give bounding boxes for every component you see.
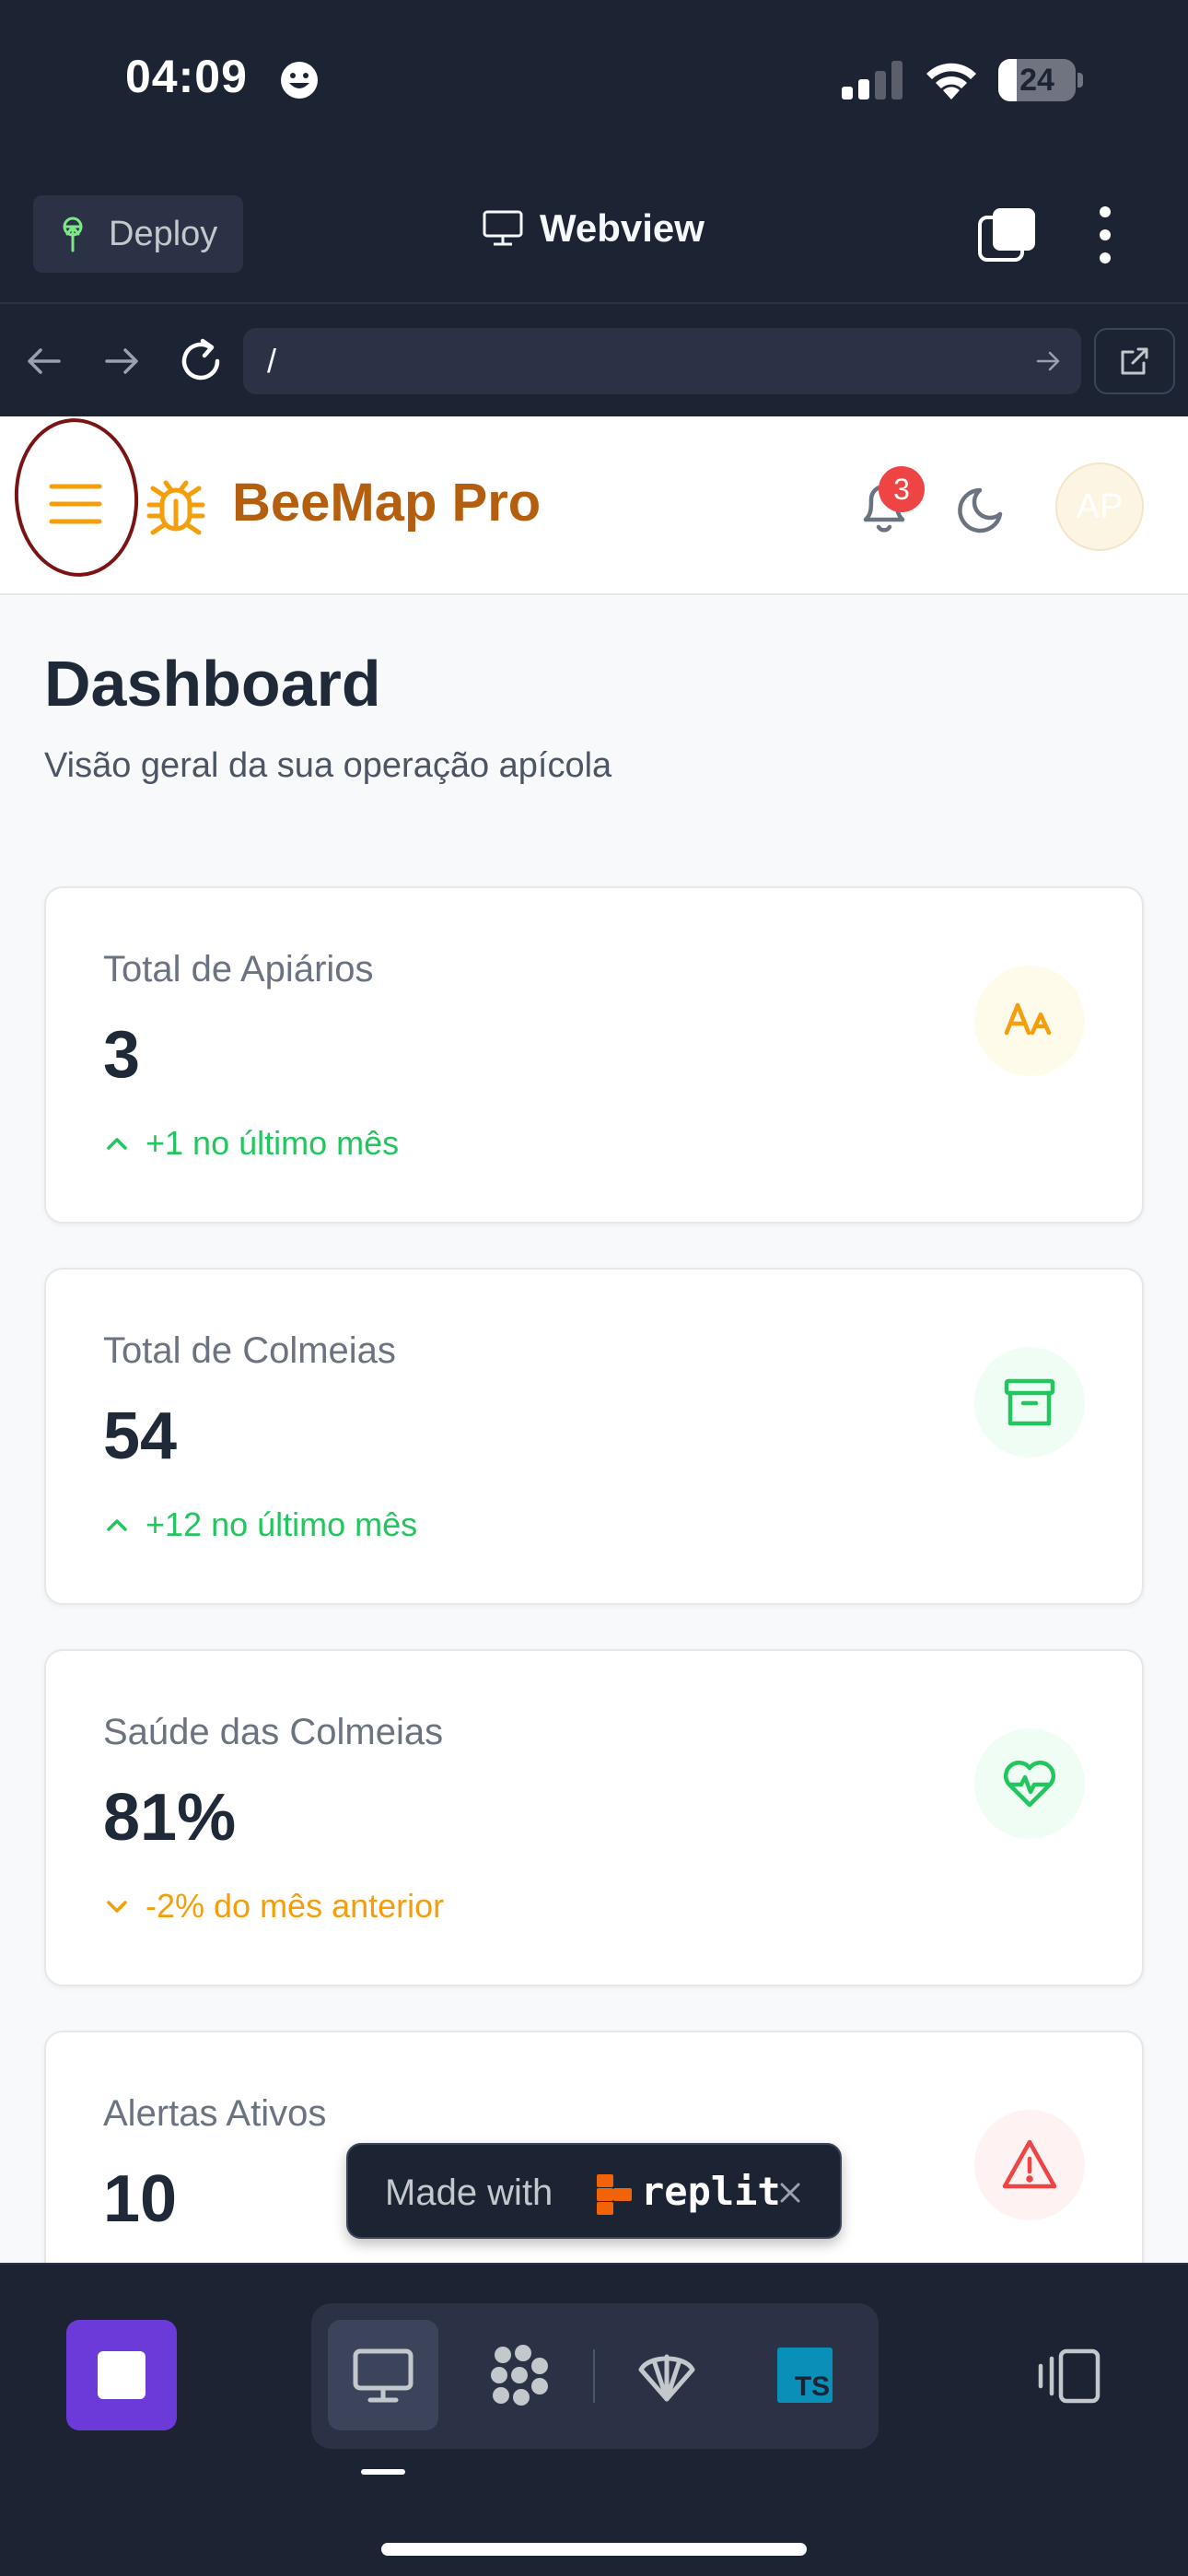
stat-trend: -2% do mês anterior [103,1887,444,1926]
heart-pulse-icon [1003,1761,1056,1808]
open-external-button[interactable] [1094,328,1175,394]
devices-icon[interactable] [1033,2348,1101,2405]
home-indicator [381,2543,807,2556]
tool-agent[interactable] [464,2320,575,2430]
chevron-up-icon [107,1138,127,1150]
avatar[interactable]: AP [1055,463,1144,551]
monitor-icon [483,210,523,246]
stat-value: 3 [103,1018,141,1092]
stat-card-hives: Total de Colmeias 54 +12 no último mês [44,1268,1144,1605]
stop-button[interactable] [66,2320,177,2430]
webview-content: BeeMap Pro 3 AP Dashboard Visão geral da… [0,416,1188,2263]
stat-icon-wrap [974,1728,1085,1839]
chevron-down-icon [107,1901,127,1913]
stat-trend: +12 no último mês [103,1505,417,1544]
tabs-icon[interactable] [978,206,1037,262]
status-time: 04:09 [125,51,248,102]
smiley-icon [281,62,318,99]
cellular-signal-icon [842,61,903,100]
replit-toolbar: Deploy Webview [0,175,1188,304]
stat-label: Saúde das Colmeias [103,1712,444,1752]
hamburger-menu-icon[interactable] [48,481,103,527]
brand-name: BeeMap Pro [232,473,542,533]
made-with-brand: replit [641,2169,781,2214]
back-arrow-icon[interactable] [24,341,64,381]
stat-card-health: Saúde das Colmeias 81% -2% do mês anteri… [44,1649,1144,1986]
forward-arrow-icon[interactable] [101,341,142,381]
page-subtitle: Visão geral da sua operação apícola [44,746,612,785]
stat-label: Total de Apiários [103,949,374,989]
stop-icon [98,2351,146,2399]
status-bar: 04:09 24 [0,0,1188,175]
stat-value: 81% [103,1781,237,1855]
tool-switcher: TS [311,2303,879,2449]
svg-text:TS: TS [795,2371,830,2402]
replit-bottom-bar: TS [0,2263,1188,2576]
tool-typescript-file[interactable]: TS [750,2320,860,2430]
archive-box-icon [1004,1378,1055,1426]
screen: 04:09 24 Deploy Webview / BeeMap Pro 3 A… [0,0,1188,2576]
stat-icon-wrap [974,1347,1085,1458]
battery-level: 24 [1019,63,1054,98]
deploy-icon [63,217,83,252]
bug-logo-icon [146,480,205,535]
deploy-button[interactable]: Deploy [33,195,243,273]
stat-trend: +1 no último mês [103,1124,399,1163]
stat-trend-text: +12 no último mês [146,1505,418,1543]
tool-webview[interactable] [328,2320,438,2430]
more-options-icon[interactable] [1092,205,1118,265]
deploy-label: Deploy [109,214,218,253]
shell-icon [638,2354,695,2402]
alert-triangle-icon [1002,2139,1057,2189]
stat-trend-text: -2% do mês anterior [146,1887,445,1925]
tool-shell[interactable] [611,2320,722,2430]
reload-icon[interactable] [175,335,227,387]
chevron-up-icon [107,1519,127,1531]
agent-icon [491,2345,548,2406]
page-title: Dashboard [44,648,381,720]
go-arrow-icon[interactable] [1035,348,1061,374]
stat-icon-wrap [974,2110,1085,2220]
made-with-replit-badge[interactable]: Made with replit [346,2143,842,2239]
made-with-text: Made with [385,2172,553,2213]
typescript-icon: TS [777,2348,833,2403]
url-text: / [267,342,277,380]
stat-trend-text: +1 no último mês [146,1124,400,1162]
app-header: BeeMap Pro 3 AP [0,416,1188,595]
stat-label: Total de Colmeias [103,1330,396,1371]
webview-label: Webview [540,206,705,250]
stat-icon-wrap [974,966,1085,1076]
webview-title: Webview [483,206,705,251]
stat-card-apiaries: Total de Apiários 3 +1 no último mês [44,886,1144,1224]
wifi-icon [926,63,976,100]
stat-value: 10 [103,2162,178,2236]
tool-divider [593,2349,595,2403]
active-tool-indicator [361,2469,405,2475]
stat-label: Alertas Ativos [103,2093,327,2134]
monitor-icon [353,2348,413,2403]
notification-badge: 3 [879,466,925,512]
close-icon[interactable] [775,2178,805,2207]
moon-icon[interactable] [956,483,1009,536]
replit-logo-icon [597,2174,632,2215]
external-link-icon [1121,347,1148,375]
text-aa-icon [1004,1002,1052,1036]
stat-value: 54 [103,1399,178,1473]
url-input[interactable]: / [243,328,1081,394]
url-bar-row: / [0,306,1188,416]
battery-icon: 24 [998,59,1083,101]
